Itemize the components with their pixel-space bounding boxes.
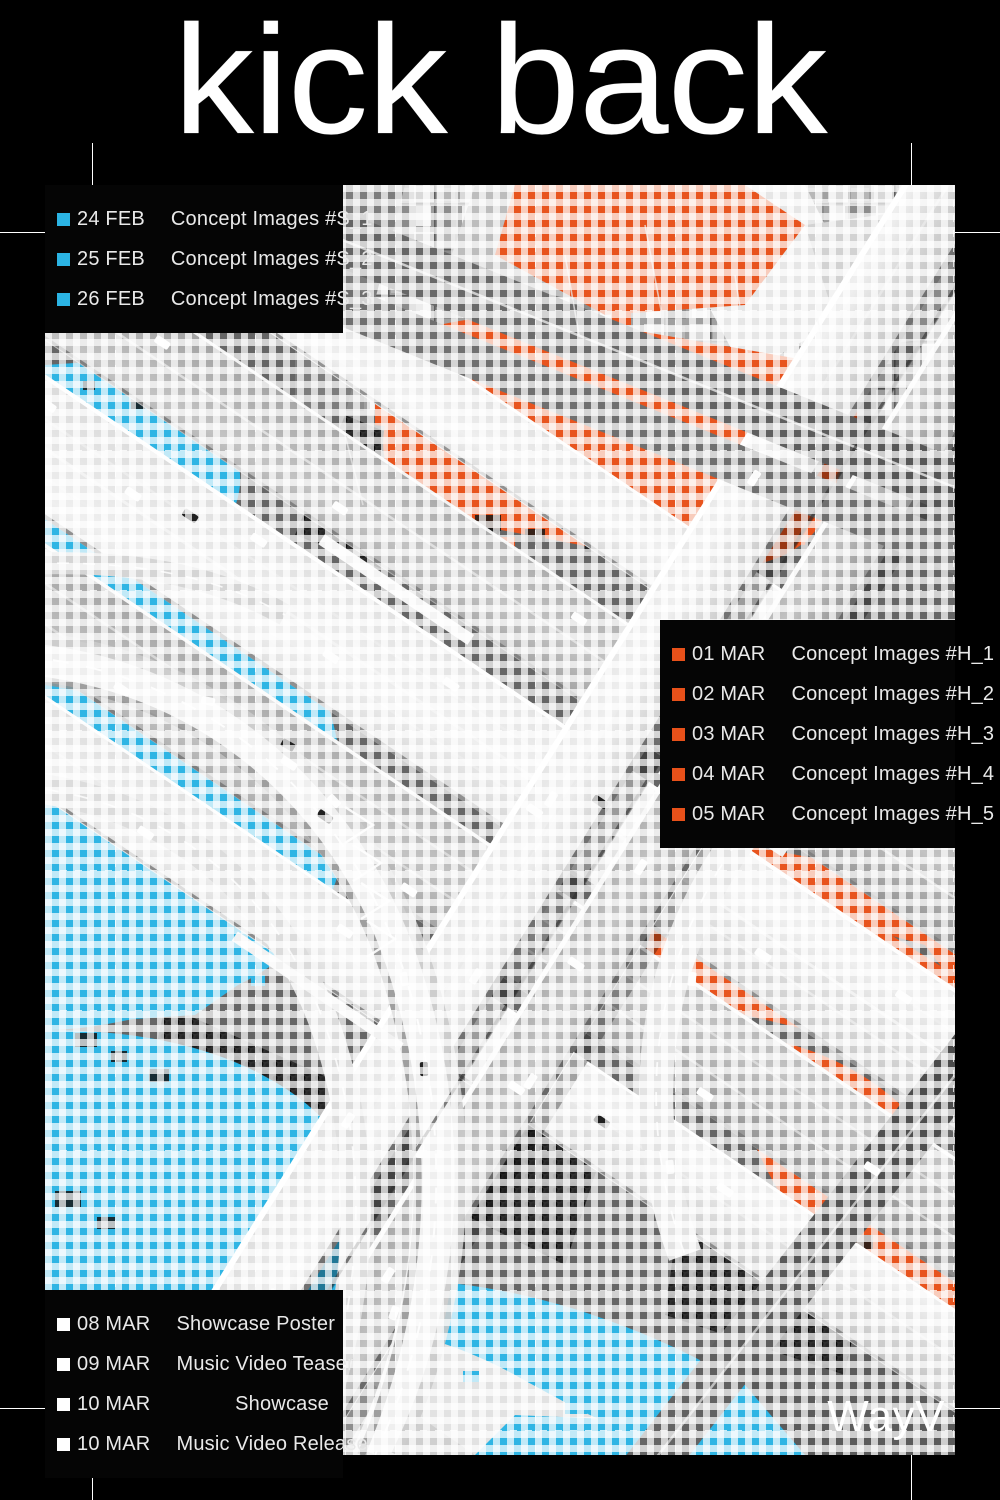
legend-date: 10 MAR [77,1392,151,1415]
legend-row[interactable]: 05 MAR Concept Images #H_5 [672,794,994,834]
legend-date: 02 MAR [692,682,766,705]
orange-square-icon [672,807,685,821]
legend-row[interactable]: 25 FEB Concept Images #S_2 [57,239,372,279]
crop-mark-top-right [911,143,912,187]
legend-row[interactable]: 10 MAR Music Video Release [57,1424,368,1464]
legend-date: 09 MAR [77,1352,151,1375]
legend-date: 05 MAR [692,802,766,825]
legend-date: 01 MAR [692,642,766,665]
legend-date: 24 FEB [77,207,145,230]
crop-mark-top-left [92,143,93,187]
legend-row[interactable]: 10 MAR Showcase [57,1384,329,1424]
cyan-square-icon [57,212,70,226]
legend-label: Showcase Poster [176,1312,336,1335]
legend-label: Concept Images #H_4 [791,762,995,785]
legend-date: 08 MAR [77,1312,151,1335]
legend-label: Music Video Release [176,1432,368,1455]
legend-label: Concept Images #H_1 [791,642,995,665]
orange-square-icon [672,767,685,781]
white-square-icon [57,1437,70,1451]
orange-square-icon [672,687,685,701]
legend-date: 26 FEB [77,287,145,310]
legend-date: 03 MAR [692,722,766,745]
legend-label: Concept Images #S_1 [170,207,373,230]
legend-label: Music Video Teaser [176,1352,354,1375]
legend-date: 04 MAR [692,762,766,785]
crop-mark-right-bottom [954,1408,1000,1409]
legend-concept-images-s: 24 FEB Concept Images #S_1 25 FEB Concep… [45,185,372,333]
legend-schedule: 08 MAR Showcase Poster 09 MAR Music Vide… [45,1290,368,1478]
legend-label: Concept Images #H_5 [791,802,995,825]
legend-label: Concept Images #H_3 [791,722,995,745]
legend-row[interactable]: 08 MAR Showcase Poster [57,1304,335,1344]
legend-label: Concept Images #S_3 [170,287,373,310]
legend-label: Concept Images #H_2 [791,682,995,705]
crop-mark-left-top [0,232,46,233]
wayv-logo: WayV [827,1392,945,1441]
legend-date: 10 MAR [77,1432,151,1455]
orange-square-icon [672,727,685,741]
legend-date: 25 FEB [77,247,145,270]
legend-row[interactable]: 03 MAR Concept Images #H_3 [672,714,994,754]
legend-label: Showcase [235,1392,329,1415]
crop-mark-left-bottom [0,1408,46,1409]
legend-row[interactable]: 01 MAR Concept Images #H_1 [672,634,994,674]
legend-row[interactable]: 26 FEB Concept Images #S_3 [57,279,372,319]
legend-concept-images-h: 01 MAR Concept Images #H_1 02 MAR Concep… [660,620,994,848]
cyan-square-icon [57,292,70,306]
legend-row[interactable]: 09 MAR Music Video Teaser [57,1344,354,1384]
crop-mark-bottom-right [911,1455,912,1500]
orange-square-icon [672,647,685,661]
legend-label: Concept Images #S_2 [170,247,373,270]
white-square-icon [57,1317,70,1331]
white-square-icon [57,1397,70,1411]
page-title: kick back [173,0,827,167]
legend-row[interactable]: 24 FEB Concept Images #S_1 [57,199,372,239]
legend-row[interactable]: 02 MAR Concept Images #H_2 [672,674,994,714]
white-square-icon [57,1357,70,1371]
legend-row[interactable]: 04 MAR Concept Images #H_4 [672,754,994,794]
cyan-square-icon [57,252,70,266]
crop-mark-right-top [954,232,1000,233]
